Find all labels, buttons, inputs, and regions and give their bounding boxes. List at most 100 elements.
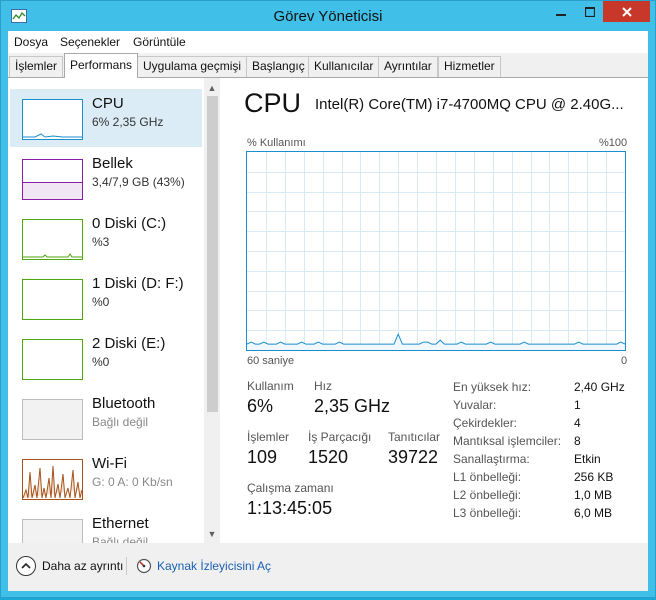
spec-key: Çekirdekler: (453, 416, 518, 430)
spec-value: 8 (574, 434, 581, 448)
graph-label-max: %100 (599, 137, 628, 149)
collapse-details-button[interactable] (16, 556, 36, 576)
memory-thumbnail (22, 159, 83, 200)
sidebar-item-title: 0 Diski (C:) (92, 215, 167, 232)
performance-panel: CPU 6% 2,35 GHz Bellek 3,4/7,9 GB (43%) … (8, 77, 648, 544)
cpu-usage-graph (246, 151, 626, 351)
ethernet-thumbnail (22, 519, 83, 544)
spec-key: En yüksek hız: (453, 380, 532, 394)
sidebar-item-title: Bluetooth (92, 395, 156, 412)
spec-key: Mantıksal işlemciler: (453, 434, 562, 448)
graph-label-zero: 0 (621, 355, 628, 367)
graph-label-usage: % Kullanımı (247, 137, 306, 149)
wifi-mini-graph (23, 465, 82, 499)
cpu-thumbnail (22, 99, 83, 140)
spec-value: 4 (574, 416, 581, 430)
threads-value: 1520 (308, 447, 349, 467)
sidebar-item-title: 1 Diski (D: F:) (92, 275, 184, 292)
tab-startup[interactable]: Başlangıç (246, 56, 311, 77)
sidebar-item-title: Ethernet (92, 515, 149, 532)
processes-label: İşlemler (247, 430, 290, 444)
tab-details[interactable]: Ayrıntılar (378, 56, 438, 77)
client-area: Dosya Seçenekler Görüntüle İşlemler Perf… (8, 31, 648, 591)
sidebar-item-subtitle: %3 (92, 235, 110, 249)
chevron-up-icon (21, 562, 31, 569)
spec-value: 1 (574, 398, 581, 412)
scroll-down-icon[interactable]: ▼ (204, 526, 220, 542)
tab-processes[interactable]: İşlemler (9, 56, 64, 77)
spec-key: Yuvalar: (453, 398, 497, 412)
spec-key: L3 önbelleği: (453, 506, 522, 520)
sidebar-item-title: 2 Diski (E:) (92, 335, 166, 352)
sidebar-item-memory[interactable]: Bellek 3,4/7,9 GB (43%) (10, 149, 202, 207)
sidebar-item-title: CPU (92, 95, 124, 112)
sidebar-item-disk-0[interactable]: 0 Diski (C:) %3 (10, 209, 202, 267)
utilization-value: 6% (247, 396, 274, 416)
sidebar-item-subtitle: G: 0 A: 0 Kb/sn (92, 475, 173, 489)
maximize-button[interactable] (576, 1, 603, 22)
disk-2-thumbnail (22, 339, 83, 380)
bluetooth-thumbnail (22, 399, 83, 440)
close-button[interactable] (603, 1, 650, 22)
detail-title: CPU (244, 88, 302, 118)
disk-1-thumbnail (22, 279, 83, 320)
minimize-button[interactable] (547, 1, 574, 22)
scroll-thumb[interactable] (207, 96, 218, 412)
speed-label: Hız (314, 379, 332, 393)
handles-label: Tanıtıcılar (388, 430, 441, 444)
sidebar-item-subtitle: %0 (92, 295, 110, 309)
sidebar-item-title: Wi-Fi (92, 455, 127, 472)
sidebar-item-disk-2[interactable]: 2 Diski (E:) %0 (10, 329, 202, 387)
cpu-mini-graph (23, 133, 82, 138)
tab-services[interactable]: Hizmetler (438, 56, 501, 77)
graph-label-time: 60 saniye (247, 355, 295, 367)
uptime-label: Çalışma zamanı (247, 481, 334, 495)
threads-label: İş Parçacığı (308, 430, 372, 444)
menu-view[interactable]: Görüntüle (133, 35, 186, 49)
cpu-model: Intel(R) Core(TM) i7-4700MQ CPU @ 2.40G.… (315, 96, 624, 113)
tab-users[interactable]: Kullanıcılar (308, 56, 380, 77)
spec-value: 1,0 MB (574, 488, 613, 502)
scroll-up-icon[interactable]: ▲ (204, 80, 220, 96)
sidebar-item-subtitle: 6% 2,35 GHz (92, 115, 164, 129)
sidebar-item-disk-1[interactable]: 1 Diski (D: F:) %0 (10, 269, 202, 327)
sidebar-item-bluetooth[interactable]: Bluetooth Bağlı değil (10, 389, 202, 447)
disk-0-thumbnail (22, 219, 83, 260)
spec-key: L2 önbelleği: (453, 488, 522, 502)
sidebar-item-cpu[interactable]: CPU 6% 2,35 GHz (10, 89, 202, 147)
maximize-icon (584, 6, 595, 17)
sidebar-item-wifi[interactable]: Wi-Fi G: 0 A: 0 Kb/sn (10, 449, 202, 507)
sidebar-item-ethernet[interactable]: Ethernet Bağlı değil (10, 509, 202, 544)
close-icon (621, 6, 632, 17)
spec-value: Etkin (574, 452, 601, 466)
open-resource-monitor-link[interactable]: Kaynak İzleyicisini Aç (157, 559, 271, 573)
wifi-thumbnail (22, 459, 83, 500)
fewer-details-link[interactable]: Daha az ayrıntı (42, 559, 123, 573)
tab-performance[interactable]: Performans (64, 53, 139, 78)
resource-sidebar: CPU 6% 2,35 GHz Bellek 3,4/7,9 GB (43%) … (8, 78, 204, 544)
title-bar[interactable]: Görev Yöneticisi (1, 1, 655, 31)
menu-file[interactable]: Dosya (14, 35, 48, 49)
task-manager-window: Görev Yöneticisi Dosya Seçenekler Görünt… (0, 0, 656, 598)
menu-bar: Dosya Seçenekler Görüntüle (8, 31, 648, 53)
tab-bar: İşlemler Performans Uygulama geçmişi Baş… (8, 53, 648, 78)
menu-options[interactable]: Seçenekler (60, 35, 120, 49)
minimize-icon (555, 13, 566, 16)
tab-app-history[interactable]: Uygulama geçmişi (137, 56, 248, 77)
processes-value: 109 (247, 447, 278, 467)
spec-value: 2,40 GHz (574, 380, 625, 394)
utilization-label: Kullanım (247, 379, 294, 393)
disk-0-mini-graph (23, 253, 82, 258)
sidebar-item-title: Bellek (92, 155, 133, 172)
footer-separator (126, 557, 127, 575)
cpu-graph-canvas (247, 152, 625, 350)
sidebar-scrollbar[interactable]: ▲ ▼ (204, 78, 220, 544)
sidebar-item-subtitle: 3,4/7,9 GB (43%) (92, 175, 185, 189)
resource-monitor-icon (136, 558, 152, 574)
spec-value: 6,0 MB (574, 506, 613, 520)
sidebar-item-subtitle: %0 (92, 355, 110, 369)
sidebar-item-subtitle: Bağlı değil (92, 415, 149, 429)
spec-value: 256 KB (574, 470, 614, 484)
uptime-value: 1:13:45:05 (247, 498, 333, 518)
spec-key: L1 önbelleği: (453, 470, 522, 484)
